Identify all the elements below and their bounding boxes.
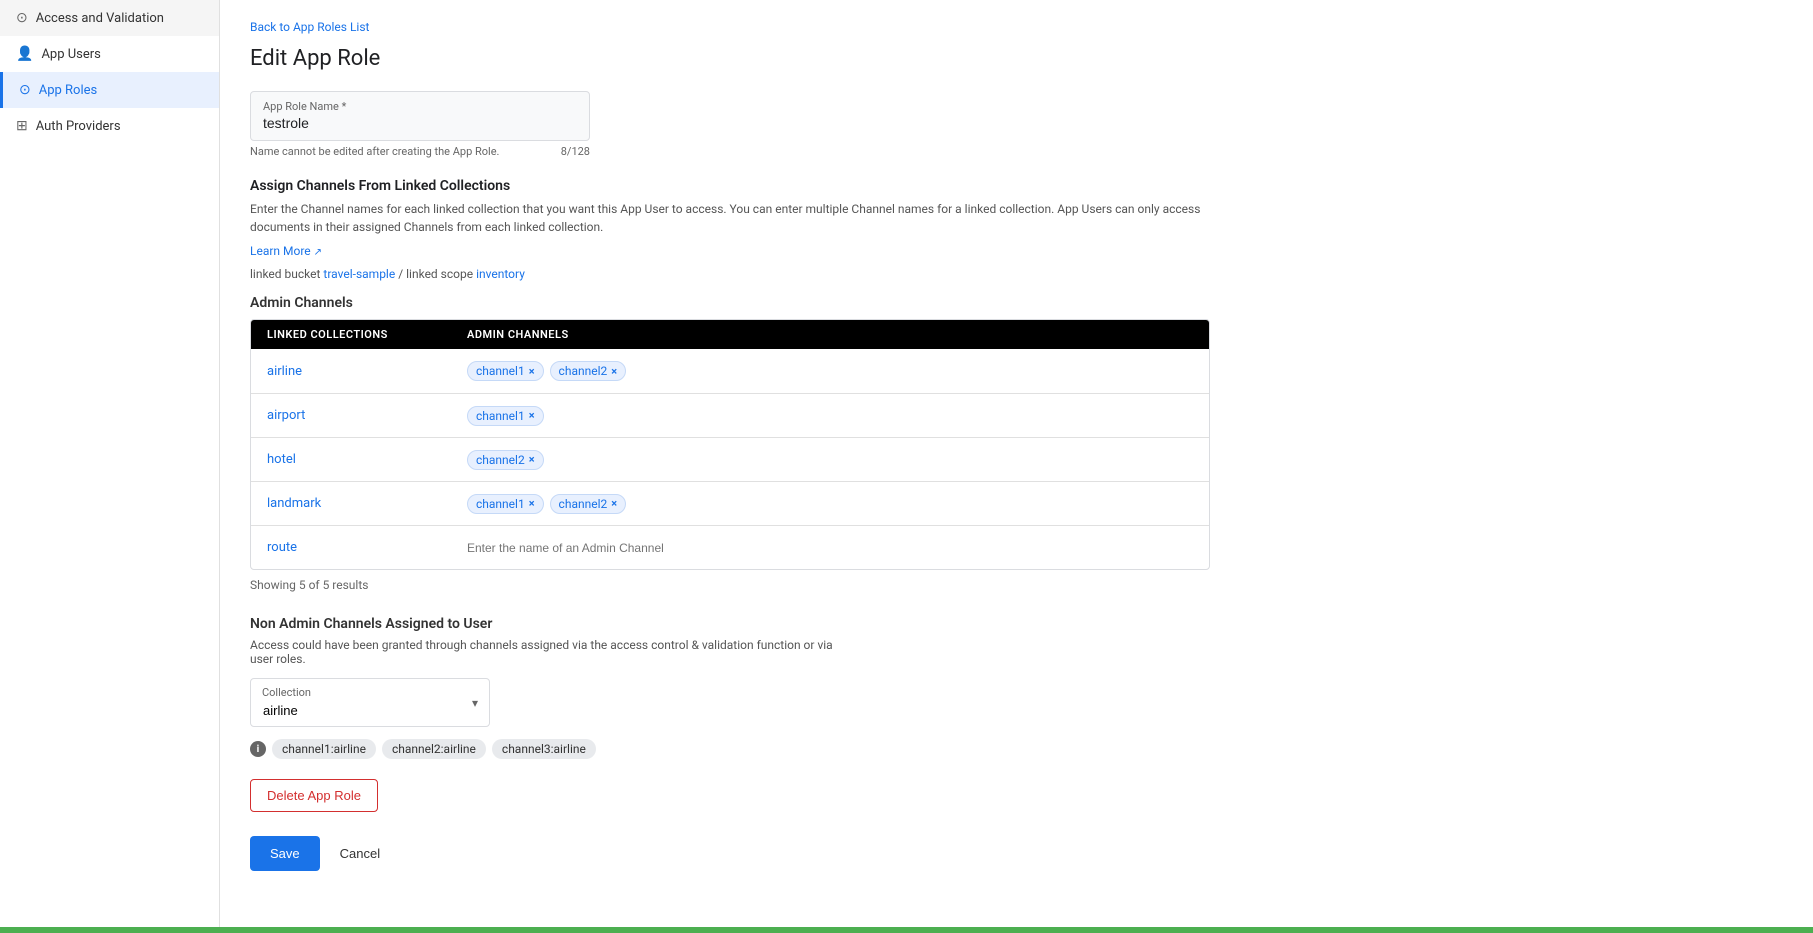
non-admin-title: Non Admin Channels Assigned to User	[250, 616, 1783, 632]
non-admin-desc: Access could have been granted through c…	[250, 638, 850, 666]
sidebar-item-label: App Roles	[39, 83, 98, 98]
auth-icon: ⊞	[16, 118, 28, 134]
channel-tag: channel1 ×	[467, 361, 544, 381]
table-header: LINKED COLLECTIONS ADMIN CHANNELS	[251, 320, 1209, 349]
sidebar-item-access-validation[interactable]: ⊙ Access and Validation	[0, 0, 219, 36]
table-row: airportchannel1 ×	[251, 393, 1209, 437]
cancel-button[interactable]: Cancel	[332, 836, 388, 871]
remove-channel-button[interactable]: ×	[529, 409, 535, 422]
header-collection: LINKED COLLECTIONS	[267, 328, 467, 341]
channels-cell: channel1 × channel2 ×	[467, 494, 1193, 514]
sidebar-item-label: Access and Validation	[36, 11, 164, 26]
sidebar-item-auth-providers[interactable]: ⊞ Auth Providers	[0, 108, 219, 144]
buttons-row: Save Cancel	[250, 836, 1783, 871]
remove-channel-button[interactable]: ×	[529, 497, 535, 510]
channel-tag: channel1 ×	[467, 406, 544, 426]
channel-tag: channel2 ×	[467, 450, 544, 470]
channels-cell: channel2 ×	[467, 450, 1193, 470]
remove-channel-button[interactable]: ×	[611, 365, 617, 378]
sidebar-item-app-users[interactable]: 👤 App Users	[0, 36, 219, 72]
assign-channels-desc: Enter the Channel names for each linked …	[250, 200, 1210, 236]
role-name-label: App Role Name *	[263, 100, 577, 113]
info-icon: i	[250, 741, 266, 757]
remove-channel-button[interactable]: ×	[611, 497, 617, 510]
role-name-input[interactable]	[263, 115, 577, 131]
remove-channel-button[interactable]: ×	[529, 365, 535, 378]
role-name-field: App Role Name *	[250, 91, 590, 141]
collection-select-wrapper: Collection airlineairporthotellandmarkro…	[250, 678, 490, 727]
linked-scope-link[interactable]: inventory	[476, 267, 525, 281]
admin-channels-title: Admin Channels	[250, 295, 1783, 311]
channels-table: LINKED COLLECTIONS ADMIN CHANNELS airlin…	[250, 319, 1210, 570]
table-row: landmarkchannel1 × channel2 ×	[251, 481, 1209, 525]
linked-path: linked bucket travel-sample / linked sco…	[250, 267, 1783, 281]
channel-badge: channel1:airline	[272, 739, 376, 759]
assign-channels-title: Assign Channels From Linked Collections	[250, 178, 1783, 194]
save-button[interactable]: Save	[250, 836, 320, 871]
delete-app-role-button[interactable]: Delete App Role	[250, 779, 378, 812]
collection-name[interactable]: airport	[267, 408, 467, 423]
bottom-bar	[0, 927, 1813, 933]
collection-select[interactable]: airlineairporthotellandmarkroute	[250, 678, 490, 727]
remove-channel-button[interactable]: ×	[529, 453, 535, 466]
sidebar-item-label: App Users	[41, 47, 100, 62]
channel-badge: channel3:airline	[492, 739, 596, 759]
main-content: Back to App Roles List Edit App Role App…	[220, 0, 1813, 933]
field-hint: Name cannot be edited after creating the…	[250, 145, 499, 158]
channels-cell: channel1 × channel2 ×	[467, 361, 1193, 381]
user-icon: 👤	[16, 46, 33, 62]
role-icon: ⊙	[19, 82, 31, 98]
field-meta: Name cannot be edited after creating the…	[250, 145, 590, 158]
channel-badge: channel2:airline	[382, 739, 486, 759]
page-title: Edit App Role	[250, 46, 1783, 71]
collection-name[interactable]: route	[267, 540, 467, 555]
check-circle-icon: ⊙	[16, 10, 28, 26]
channels-cell	[467, 541, 1193, 555]
learn-more-link[interactable]: Learn More ↗	[250, 244, 322, 258]
channel-input[interactable]	[467, 541, 667, 555]
collection-name[interactable]: airline	[267, 364, 467, 379]
breadcrumb-link[interactable]: Back to App Roles List	[250, 20, 369, 34]
collection-name[interactable]: landmark	[267, 496, 467, 511]
sidebar: ⊙ Access and Validation 👤 App Users ⊙ Ap…	[0, 0, 220, 933]
table-row: hotelchannel2 ×	[251, 437, 1209, 481]
results-count: Showing 5 of 5 results	[250, 578, 1783, 592]
channel-tag: channel2 ×	[550, 361, 627, 381]
non-admin-channels: i channel1:airline channel2:airline channe…	[250, 739, 1783, 759]
channel-tag: channel1 ×	[467, 494, 544, 514]
table-row: route	[251, 525, 1209, 569]
sidebar-item-app-roles[interactable]: ⊙ App Roles	[0, 72, 219, 108]
linked-bucket-link[interactable]: travel-sample	[323, 267, 395, 281]
channels-cell: channel1 ×	[467, 406, 1193, 426]
header-channels: ADMIN CHANNELS	[467, 328, 1193, 341]
field-count: 8/128	[561, 145, 590, 158]
sidebar-item-label: Auth Providers	[36, 119, 121, 134]
collection-name[interactable]: hotel	[267, 452, 467, 467]
table-row: airlinechannel1 × channel2 ×	[251, 349, 1209, 393]
channel-tag: channel2 ×	[550, 494, 627, 514]
